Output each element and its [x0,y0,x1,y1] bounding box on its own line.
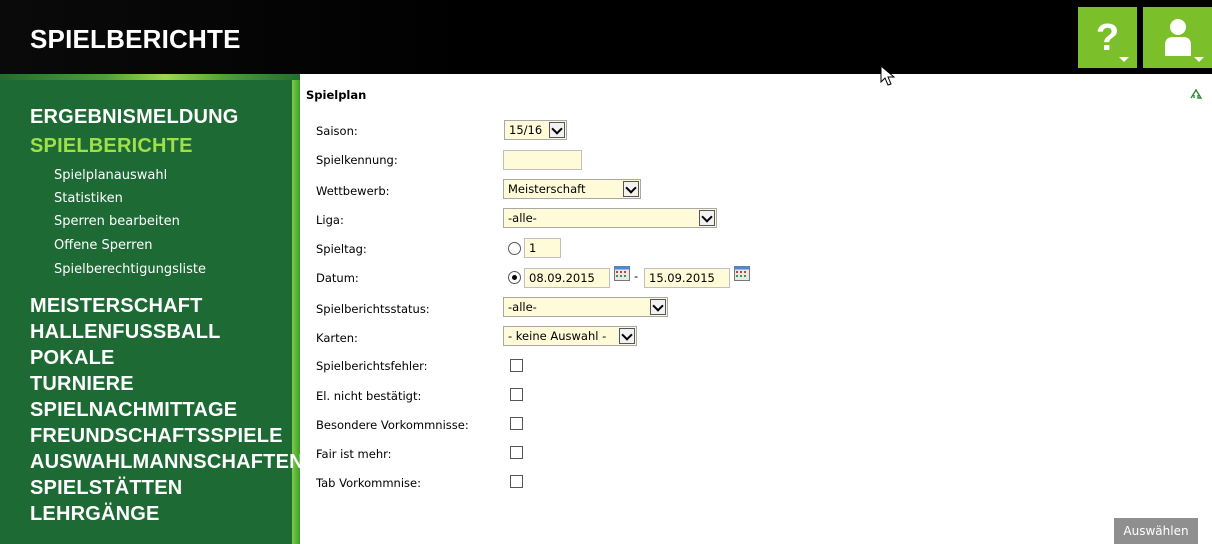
spieltag-radio[interactable] [508,242,521,255]
besondere-vorkommnisse-checkbox[interactable] [510,417,523,430]
help-icon: ? [1095,16,1120,59]
karten-select[interactable]: - keine Auswahl - [503,326,637,346]
subnav-statistiken[interactable]: Statistiken [54,191,123,206]
chevron-down-icon [623,181,639,197]
spielkennung-input[interactable] [503,150,582,170]
subnav-spielberechtigungsliste[interactable]: Spielberechtigungsliste [54,262,206,277]
app-title: SPIELBERICHTE [30,24,241,54]
besondere-vorkommnisse-label: Besondere Vorkommnisse: [316,418,469,432]
nav-pokale[interactable]: POKALE [30,347,115,370]
saison-label: Saison: [316,124,358,138]
help-button[interactable]: ? [1078,7,1137,68]
spielberichtsfehler-label: Spielberichtsfehler: [316,359,428,373]
page-title: Spielplan [306,88,367,102]
spielkennung-label: Spielkennung: [316,153,398,167]
nav-auswahlmannschaften[interactable]: AUSWAHLMANNSCHAFTEN [30,451,304,474]
nav-spielnachmittage[interactable]: SPIELNACHMITTAGE [30,399,237,422]
karten-value: - keine Auswahl - [508,329,607,343]
datum-radio[interactable] [508,271,521,284]
subnav-offene-sperren[interactable]: Offene Sperren [54,238,152,253]
liga-label: Liga: [316,213,344,227]
nav-lehrgaenge[interactable]: LEHRGÄNGE [30,503,160,526]
datum-separator: - [634,269,639,283]
user-icon [1164,18,1191,56]
datum-from-input[interactable]: 08.09.2015 [524,268,610,288]
el-nicht-bestaetigt-checkbox[interactable] [510,388,523,401]
saison-select[interactable]: 15/16 [504,120,567,140]
datum-label: Datum: [316,271,359,285]
wettbewerb-value: Meisterschaft [508,182,586,196]
spielberichtsstatus-value: -alle- [508,300,537,314]
chevron-down-icon [549,122,565,138]
saison-value: 15/16 [509,123,543,137]
spielberichtsstatus-label: Spielberichtsstatus: [316,302,430,316]
el-nicht-bestaetigt-label: El. nicht bestätigt: [316,389,422,403]
scroll-top-icon[interactable] [1188,86,1204,102]
nav-meisterschaft[interactable]: MEISTERSCHAFT [30,295,203,318]
spieltag-label: Spieltag: [316,242,367,256]
nav-turniere[interactable]: TURNIERE [30,373,134,396]
chevron-down-icon [619,328,635,344]
calendar-icon[interactable] [614,266,630,281]
spielberichtsstatus-select[interactable]: -alle- [503,297,668,317]
chevron-down-icon [699,210,715,226]
subnav-sperren-bearbeiten[interactable]: Sperren bearbeiten [54,214,180,229]
user-menu-button[interactable] [1143,7,1212,68]
tab-vorkommnise-checkbox[interactable] [510,475,523,488]
mouse-cursor-icon [880,65,896,86]
liga-select[interactable]: -alle- [503,208,717,228]
nav-spielstaetten[interactable]: SPIELSTÄTTEN [30,477,182,500]
subnav-spielplanauswahl[interactable]: Spielplanauswahl [54,168,167,183]
spieltag-input[interactable]: 1 [524,238,561,258]
fair-ist-mehr-checkbox[interactable] [510,446,523,459]
nav-spielberichte[interactable]: SPIELBERICHTE [30,135,193,158]
nav-freundschaftsspiele[interactable]: FREUNDSCHAFTSSPIELE [30,425,283,448]
tab-vorkommnise-label: Tab Vorkommnise: [316,476,421,490]
wettbewerb-select[interactable]: Meisterschaft [503,179,641,199]
user-caret-icon [1194,57,1204,62]
chevron-down-icon [650,299,666,315]
calendar-icon[interactable] [734,266,750,281]
sidebar-edge [292,80,300,544]
karten-label: Karten: [316,331,358,345]
spielberichtsfehler-checkbox[interactable] [510,359,523,372]
nav-hallenfussball[interactable]: HALLENFUSSBALL [30,321,221,344]
help-caret-icon [1119,57,1129,62]
nav-ergebnismeldung[interactable]: ERGEBNISMELDUNG [30,106,239,129]
top-header: SPIELBERICHTE ? [0,0,1212,74]
wettbewerb-label: Wettbewerb: [316,184,390,198]
auswaehlen-button[interactable]: Auswählen [1114,518,1198,544]
fair-ist-mehr-label: Fair ist mehr: [316,447,392,461]
datum-to-input[interactable]: 15.09.2015 [644,268,730,288]
liga-value: -alle- [508,211,537,225]
